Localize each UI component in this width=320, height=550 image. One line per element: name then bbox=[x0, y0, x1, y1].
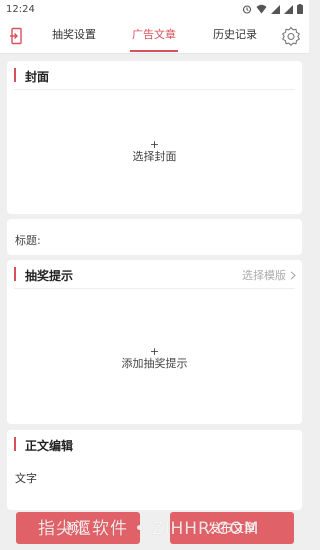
tab-history[interactable]: 历史记录 bbox=[207, 18, 263, 54]
text-block-label[interactable]: 文字 bbox=[15, 470, 37, 486]
status-time: 12:24 bbox=[6, 3, 35, 15]
tab-label: 抽奖设置 bbox=[52, 28, 96, 41]
tab-label: 广告文章 bbox=[132, 28, 176, 41]
prompt-title: 抽奖提示 bbox=[25, 269, 74, 283]
cover-header: 封面 bbox=[7, 61, 302, 89]
settings-button[interactable] bbox=[279, 24, 303, 48]
signal-icon bbox=[284, 4, 293, 14]
alarm-icon bbox=[242, 5, 252, 14]
section-marker bbox=[14, 437, 16, 451]
add-prompt-button[interactable]: + 添加抽奖提示 bbox=[7, 345, 302, 371]
status-bar: 12:24 bbox=[0, 0, 309, 18]
status-icons bbox=[242, 4, 303, 14]
divider bbox=[14, 288, 295, 289]
tab-ad-article[interactable]: 广告文章 bbox=[126, 18, 182, 54]
plus-icon: + bbox=[149, 345, 160, 358]
lottery-prompt-section: 抽奖提示 选择模版 + 添加抽奖提示 bbox=[7, 260, 302, 424]
body-editor-header: 正文编辑 bbox=[7, 430, 302, 458]
select-template-label: 选择模版 bbox=[242, 269, 286, 282]
preview-button[interactable]: 预览 bbox=[16, 512, 140, 544]
chevron-right-icon bbox=[290, 270, 296, 280]
body-editor-title: 正文编辑 bbox=[25, 439, 74, 453]
add-prompt-label: 添加抽奖提示 bbox=[121, 357, 188, 370]
cover-title: 封面 bbox=[25, 70, 50, 84]
title-label: 标题: bbox=[15, 234, 41, 247]
title-input-row[interactable]: 标题: bbox=[7, 219, 302, 255]
tab-lottery-settings[interactable]: 抽奖设置 bbox=[47, 18, 101, 54]
select-cover-label: 选择封面 bbox=[132, 150, 177, 163]
select-template-link[interactable]: 选择模版 bbox=[242, 267, 296, 283]
section-marker bbox=[14, 267, 16, 281]
tab-label: 历史记录 bbox=[213, 28, 257, 41]
battery-icon bbox=[297, 4, 303, 14]
body-editor-section: 正文编辑 文字 bbox=[7, 430, 302, 510]
signal-icon bbox=[271, 4, 280, 14]
cover-section: 封面 + 选择封面 bbox=[7, 61, 302, 214]
publish-article-button[interactable]: 发布文章 bbox=[170, 512, 294, 544]
divider bbox=[14, 89, 295, 90]
exit-button[interactable] bbox=[5, 24, 29, 48]
select-cover-button[interactable]: + 选择封面 bbox=[7, 138, 302, 164]
top-nav: 抽奖设置 广告文章 历史记录 bbox=[0, 18, 309, 54]
plus-icon: + bbox=[149, 138, 160, 151]
prompt-header: 抽奖提示 选择模版 bbox=[7, 260, 302, 288]
gear-icon bbox=[282, 26, 300, 46]
section-marker bbox=[14, 68, 16, 82]
active-tab-indicator bbox=[130, 50, 178, 52]
book-exit-icon bbox=[10, 27, 22, 45]
wifi-icon bbox=[256, 4, 267, 14]
bottom-action-bar: 预览 发布文章 bbox=[0, 505, 309, 550]
